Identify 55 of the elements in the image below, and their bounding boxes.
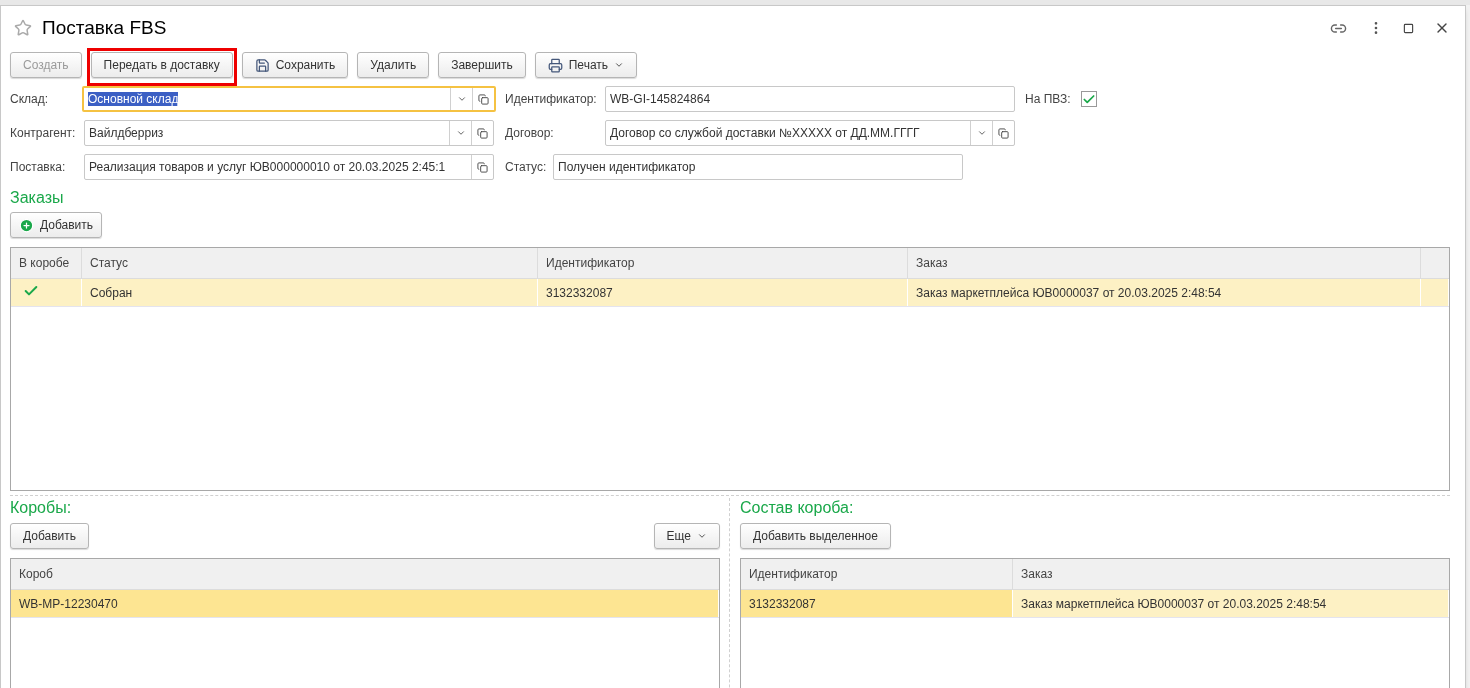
field-label: Идентификатор:	[505, 91, 598, 108]
toolbar-button[interactable]: Передать в доставку	[90, 52, 233, 78]
warehouse-field[interactable]: Основной склад	[82, 86, 496, 112]
column-header: В коробе	[11, 248, 82, 279]
field-label: Контрагент:	[10, 125, 77, 142]
field-label: Поставка:	[10, 159, 67, 176]
contract-field[interactable]: Договор со службой доставки №XXXXX от ДД.ММ.ГГГГ	[605, 120, 1015, 146]
save-icon	[254, 57, 270, 73]
print-button[interactable]: Печать	[534, 52, 638, 78]
toolbar-button[interactable]: Удалить	[357, 52, 430, 78]
dropdown-icon[interactable]	[455, 128, 466, 138]
checkbox[interactable]	[1081, 91, 1097, 107]
section-title: Состав короба:	[739, 498, 855, 518]
add-selected-button[interactable]: Добавить выделенное	[739, 523, 891, 549]
more-button[interactable]: Еще	[653, 523, 721, 549]
field-label: На ПВЗ:	[1025, 91, 1072, 108]
table-cell: Заказ маркетплейса ЮВ0000037 от 20.03.2025 2:48:54	[1012, 590, 1449, 617]
column-header: Заказ	[1012, 559, 1449, 590]
column-header: Заказ	[908, 248, 1421, 279]
window-title: Поставка FBS	[42, 15, 167, 40]
dropdown-icon[interactable]	[976, 128, 987, 138]
identifier-field[interactable]: WB-GI-145824864	[605, 86, 1015, 112]
section-title: Коробы:	[10, 498, 73, 518]
printer-icon	[547, 57, 563, 73]
favorite-star-icon[interactable]	[14, 19, 32, 37]
plus-icon	[19, 217, 34, 233]
open-icon[interactable]	[478, 93, 489, 105]
save-button[interactable]: Сохранить	[241, 52, 349, 78]
field-label: Склад:	[10, 91, 50, 108]
table-cell: Собран	[82, 279, 538, 306]
column-header	[1421, 248, 1449, 279]
open-icon[interactable]	[477, 127, 488, 139]
caret-icon	[614, 60, 625, 70]
field-label: Договор:	[505, 125, 555, 142]
caret-icon	[697, 531, 708, 541]
dropdown-icon[interactable]	[456, 94, 467, 104]
add-button[interactable]: Добавить	[10, 212, 103, 238]
field-label: Статус:	[505, 159, 548, 176]
column-header: Идентификатор	[740, 559, 1013, 590]
toolbar-button[interactable]: Завершить	[438, 52, 526, 78]
table-cell: 3132332087	[538, 279, 908, 306]
column-header: Идентификатор	[538, 248, 908, 279]
status-field[interactable]: Получен идентификатор	[553, 154, 963, 180]
table-cell: 3132332087	[740, 590, 1013, 617]
maximize-icon[interactable]	[1403, 22, 1414, 34]
table-cell: WB-MP-12230470	[11, 590, 720, 617]
counterparty-field[interactable]: Вайлдберриз	[84, 120, 494, 146]
open-icon[interactable]	[998, 127, 1009, 139]
add-button[interactable]: Добавить	[10, 523, 90, 549]
section-title: Заказы	[10, 188, 65, 208]
supply-field[interactable]: Реализация товаров и услуг ЮВ000000010 от 20.03.2025 2:45:1	[84, 154, 494, 180]
column-header: Короб	[11, 559, 720, 590]
table-cell: Заказ маркетплейса ЮВ0000037 от 20.03.2025 2:48:54	[908, 279, 1421, 306]
column-header: Статус	[82, 248, 538, 279]
open-icon[interactable]	[477, 161, 488, 173]
